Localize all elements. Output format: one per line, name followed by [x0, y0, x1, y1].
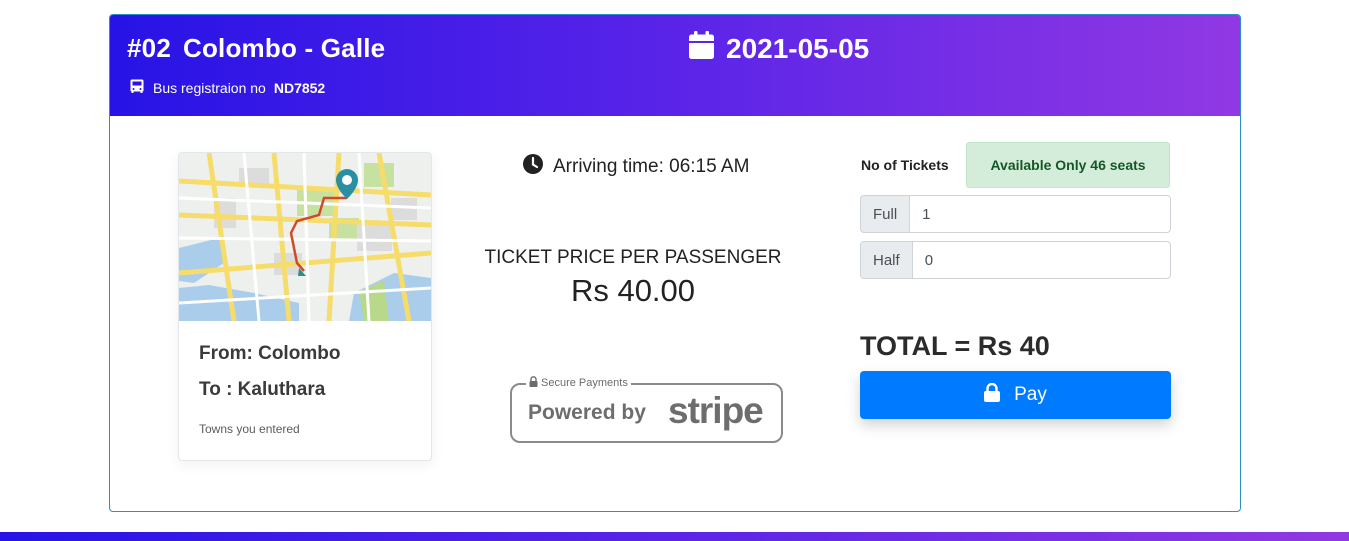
route-number: #02 [127, 33, 171, 63]
date-text: 2021-05-05 [726, 32, 870, 64]
price-value: Rs 40.00 [570, 273, 696, 308]
booking-card: #02 Colombo - Galle Bus registraion no ND… [109, 14, 1241, 512]
bus-icon [129, 78, 145, 97]
arriving-text: Arriving time: 06:15 AM [553, 156, 750, 177]
bus-registration: Bus registraion no ND7852 [129, 78, 325, 97]
bus-reg-label: Bus registraion no [153, 79, 266, 96]
tickets-label: No of Tickets [861, 157, 949, 173]
arriving-time: Arriving time: 06:15 AM [523, 154, 749, 180]
to-town: To : Kaluthara [199, 379, 326, 400]
route-title: #02 Colombo - Galle [127, 33, 385, 64]
from-town: From: Colombo [199, 343, 341, 364]
lock-icon [984, 382, 1001, 408]
price-label: TICKET PRICE PER PASSENGER [484, 247, 782, 268]
route-card: From: Colombo To : Kaluthara Towns you e… [178, 152, 432, 461]
pay-label: Pay [1014, 384, 1047, 405]
pay-button[interactable]: Pay [860, 371, 1171, 419]
clock-icon [523, 154, 543, 180]
full-ticket-label: Full [860, 195, 910, 233]
secure-payments-label: Secure Payments [526, 376, 631, 390]
route-name: Colombo - Galle [182, 33, 386, 63]
towns-note: Towns you entered [199, 422, 300, 436]
availability-badge: Available Only 46 seats [966, 142, 1170, 188]
map-image [179, 153, 431, 322]
secure-text: Secure Payments [541, 377, 628, 389]
trip-date: 2021-05-05 [689, 31, 869, 66]
calendar-icon [689, 31, 714, 66]
footer-gradient-bar [0, 532, 1349, 541]
card-header: #02 Colombo - Galle Bus registraion no ND… [110, 15, 1240, 116]
full-ticket-group: Full [860, 195, 1171, 233]
total-amount: TOTAL = Rs 40 [860, 331, 1050, 361]
full-ticket-input[interactable] [909, 195, 1171, 233]
stripe-badge: Secure Payments Powered by stripe [510, 376, 783, 443]
bus-reg-number: ND7852 [273, 79, 326, 96]
half-ticket-label: Half [860, 241, 912, 279]
powered-by-text: Powered by [528, 401, 646, 424]
stripe-logo: stripe [668, 390, 764, 431]
half-ticket-group: Half [860, 241, 1171, 279]
half-ticket-input[interactable] [911, 241, 1171, 279]
small-lock-icon [529, 376, 538, 390]
